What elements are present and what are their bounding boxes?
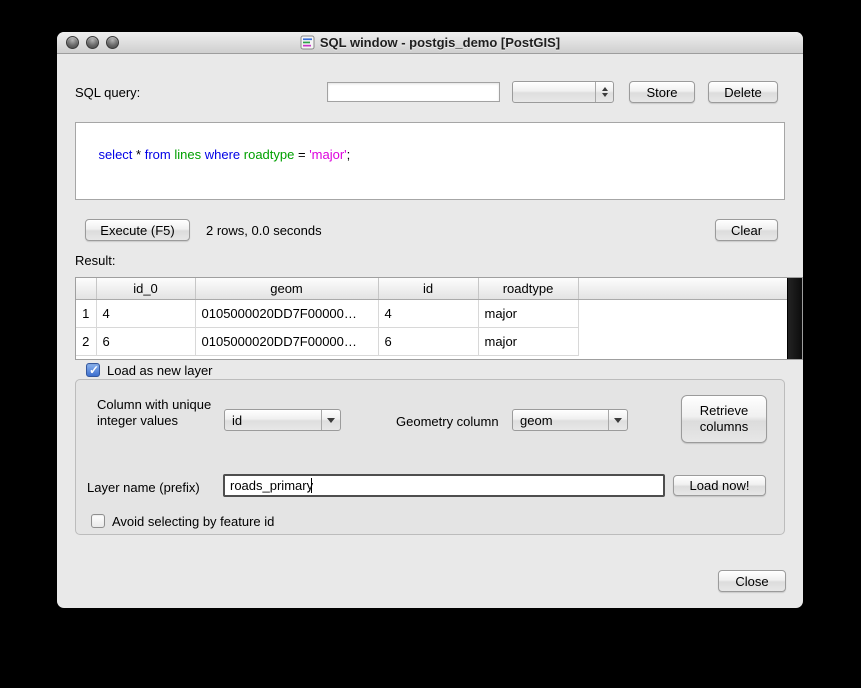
window-icon — [300, 35, 315, 50]
table-cell[interactable]: major — [478, 299, 578, 327]
clear-button[interactable]: Clear — [715, 219, 778, 241]
sql-editor[interactable]: select * from lines where roadtype = 'ma… — [75, 122, 785, 200]
result-table: id_0geomidroadtype 140105000020DD7F00000… — [76, 278, 787, 356]
sql-window: SQL window - postgis_demo [PostGIS] SQL … — [57, 32, 803, 608]
geometry-column-value: geom — [513, 410, 608, 430]
column-header-id_0[interactable]: id_0 — [96, 278, 195, 299]
result-table-container: id_0geomidroadtype 140105000020DD7F00000… — [75, 277, 803, 360]
query-name-input[interactable] — [327, 82, 500, 102]
load-as-new-layer-checkbox[interactable] — [86, 363, 100, 377]
table-row: 140105000020DD7F00000…4major — [76, 299, 787, 327]
popup-arrows-icon — [595, 82, 613, 102]
retrieve-columns-button[interactable]: Retrieve columns — [681, 395, 767, 443]
minimize-button[interactable] — [86, 36, 99, 49]
store-button[interactable]: Store — [629, 81, 695, 103]
close-dialog-button[interactable]: Close — [718, 570, 786, 592]
text-cursor — [311, 478, 312, 493]
status-text: 2 rows, 0.0 seconds — [206, 223, 322, 238]
saved-query-dropdown[interactable] — [512, 81, 614, 103]
result-body: 140105000020DD7F00000…4major260105000020… — [76, 299, 787, 355]
table-cell[interactable]: 6 — [96, 327, 195, 355]
result-label: Result: — [75, 253, 115, 268]
load-now-button[interactable]: Load now! — [673, 475, 766, 496]
sql-token-keyword: from — [145, 147, 171, 162]
layer-name-input[interactable] — [223, 474, 665, 497]
sql-token-plain: = — [294, 147, 309, 162]
sql-editor-text: select * from lines where roadtype = 'ma… — [98, 147, 350, 162]
sql-query-label: SQL query: — [75, 85, 140, 100]
column-header-geom[interactable]: geom — [195, 278, 378, 299]
sql-token-identifier: roadtype — [244, 147, 295, 162]
sql-token-string: 'major' — [309, 147, 346, 162]
layer-name-field-wrap — [223, 474, 665, 497]
sql-token-keyword: where — [205, 147, 240, 162]
avoid-selecting-label: Avoid selecting by feature id — [112, 514, 274, 529]
result-table-area: id_0geomidroadtype 140105000020DD7F00000… — [76, 278, 787, 359]
filler-cell — [578, 327, 787, 355]
execute-button[interactable]: Execute (F5) — [85, 219, 190, 241]
load-as-new-layer-label: Load as new layer — [107, 363, 213, 378]
chevron-down-icon — [321, 410, 340, 430]
unique-column-value: id — [225, 410, 321, 430]
titlebar: SQL window - postgis_demo [PostGIS] — [57, 32, 803, 54]
table-row: 260105000020DD7F00000…6major — [76, 327, 787, 355]
result-header-row: id_0geomidroadtype — [76, 278, 787, 299]
table-cell[interactable]: 4 — [96, 299, 195, 327]
sql-token-plain: ; — [347, 147, 351, 162]
row-number[interactable]: 1 — [76, 299, 96, 327]
chevron-down-icon — [608, 410, 627, 430]
table-cell[interactable]: 4 — [378, 299, 478, 327]
sql-token-identifier: lines — [174, 147, 201, 162]
geometry-column-dropdown[interactable]: geom — [512, 409, 628, 431]
unique-column-dropdown[interactable]: id — [224, 409, 341, 431]
table-cell[interactable]: 0105000020DD7F00000… — [195, 299, 378, 327]
row-number[interactable]: 2 — [76, 327, 96, 355]
column-header-id[interactable]: id — [378, 278, 478, 299]
unique-column-label: Column with unique integer values — [97, 397, 229, 429]
geometry-column-label: Geometry column — [396, 414, 499, 429]
filler-cell — [578, 299, 787, 327]
sql-token-keyword: select — [98, 147, 132, 162]
saved-query-value — [513, 82, 595, 102]
column-header-roadtype[interactable]: roadtype — [478, 278, 578, 299]
layer-name-label: Layer name (prefix) — [87, 480, 200, 495]
window-title-group: SQL window - postgis_demo [PostGIS] — [300, 35, 560, 50]
filler-header — [578, 278, 787, 299]
corner-header — [76, 278, 96, 299]
avoid-selecting-checkbox[interactable] — [91, 514, 105, 528]
sql-token-plain: * — [132, 147, 144, 162]
zoom-button[interactable] — [106, 36, 119, 49]
table-cell[interactable]: 0105000020DD7F00000… — [195, 327, 378, 355]
delete-button[interactable]: Delete — [708, 81, 778, 103]
table-cell[interactable]: 6 — [378, 327, 478, 355]
window-title: SQL window - postgis_demo [PostGIS] — [320, 35, 560, 50]
table-scrollbar[interactable] — [787, 278, 802, 359]
table-cell[interactable]: major — [478, 327, 578, 355]
close-button[interactable] — [66, 36, 79, 49]
load-options-group: Column with unique integer values id Geo… — [75, 379, 785, 535]
window-controls — [66, 36, 119, 49]
